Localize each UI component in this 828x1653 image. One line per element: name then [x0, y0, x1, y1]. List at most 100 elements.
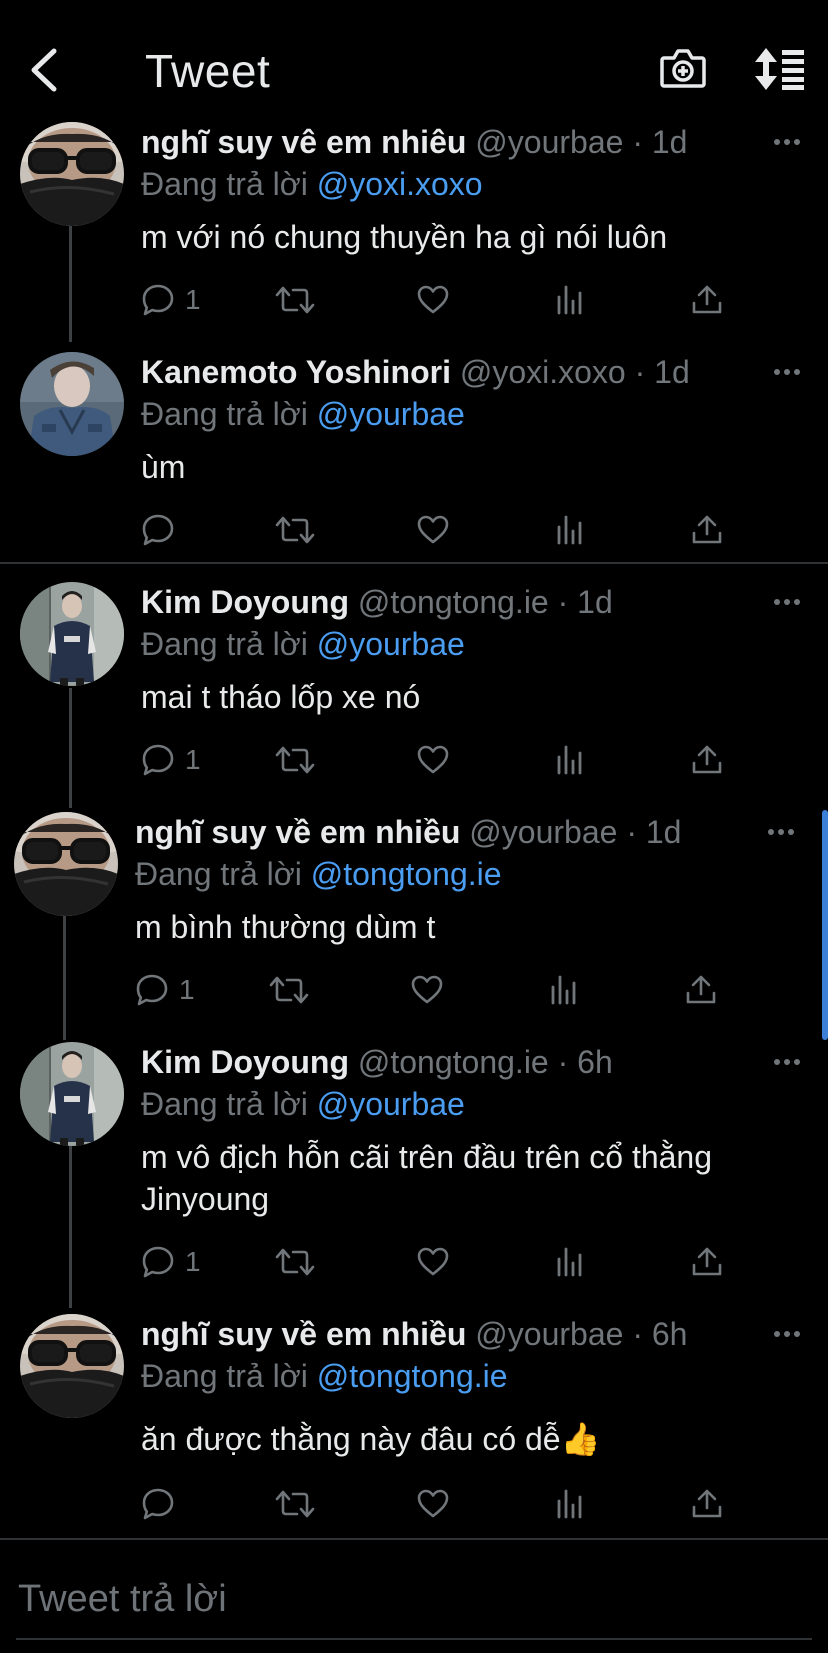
avatar[interactable] [20, 582, 124, 686]
more-options-button[interactable] [772, 128, 802, 156]
share-icon [684, 973, 718, 1007]
replying-label: Đang trả lời [141, 166, 317, 202]
like-button[interactable] [416, 740, 450, 780]
share-button[interactable] [684, 970, 718, 1010]
author-name[interactable]: Kanemoto Yoshinori [141, 354, 451, 390]
reply-icon [141, 513, 175, 547]
reply-icon [141, 1487, 175, 1521]
tweet-text: mai t tháo lốp xe nó [141, 679, 421, 715]
reply-button[interactable]: 1 [141, 1242, 201, 1282]
retweet-button[interactable] [269, 970, 309, 1010]
reply-tweet[interactable]: nghĩ suy về em nhiều @yourbae · 6h Đang … [0, 1314, 828, 1514]
views-button[interactable] [553, 510, 587, 550]
camera-button[interactable] [660, 46, 706, 90]
more-options-button[interactable] [772, 358, 802, 386]
replying-to: Đang trả lời @yoxi.xoxo [141, 164, 483, 204]
reply-icon [141, 283, 175, 317]
back-button[interactable] [26, 45, 66, 95]
more-icon [772, 1048, 802, 1076]
like-button[interactable] [416, 1242, 450, 1282]
heart-icon [416, 1487, 450, 1521]
tweet-actions [141, 1484, 741, 1524]
retweet-button[interactable] [275, 510, 315, 550]
reply-count: 1 [185, 284, 201, 315]
tweet-actions: 1 [141, 280, 741, 320]
reply-button[interactable]: 1 [141, 740, 201, 780]
retweet-button[interactable] [275, 1484, 315, 1524]
tweet-text: ăn được thằng này đâu có dễ👍 [141, 1421, 601, 1457]
thread-divider [0, 562, 828, 564]
camera-plus-icon [660, 49, 706, 88]
share-button[interactable] [690, 1242, 724, 1282]
replying-mention[interactable]: @yourbae [317, 626, 465, 662]
reply-count: 1 [185, 744, 201, 775]
retweet-button[interactable] [275, 280, 315, 320]
views-button[interactable] [553, 1484, 587, 1524]
like-button[interactable] [416, 510, 450, 550]
avatar[interactable] [20, 122, 124, 226]
retweet-icon [269, 973, 309, 1007]
avatar[interactable] [14, 812, 118, 916]
author-name[interactable]: Kim Doyoung [141, 1044, 349, 1080]
reply-button[interactable] [141, 1484, 185, 1524]
share-button[interactable] [690, 1484, 724, 1524]
reply-count: 1 [179, 974, 195, 1005]
reply-button[interactable] [141, 510, 185, 550]
tweet-actions: 1 [141, 740, 741, 780]
like-button[interactable] [416, 280, 450, 320]
chevron-left-icon [31, 48, 57, 92]
replying-mention[interactable]: @tongtong.ie [311, 856, 502, 892]
like-button[interactable] [410, 970, 444, 1010]
reply-button[interactable]: 1 [141, 280, 201, 320]
views-button[interactable] [553, 740, 587, 780]
reply-button[interactable]: 1 [135, 970, 195, 1010]
retweet-icon [275, 1245, 315, 1279]
author-handle-time: @tongtong.ie · 1d [348, 584, 613, 620]
share-icon [690, 743, 724, 777]
author-handle-time: @yourbae · 1d [466, 124, 688, 160]
replying-mention[interactable]: @yourbae [317, 1086, 465, 1122]
replying-mention[interactable]: @yourbae [317, 396, 465, 432]
retweet-button[interactable] [275, 740, 315, 780]
reply-input[interactable] [16, 1572, 800, 1626]
reply-tweet[interactable]: nghĩ suy vê em nhiêu @yourbae · 1d Đang … [0, 122, 828, 322]
reply-tweet[interactable]: Kim Doyoung @tongtong.ie · 6h Đang trả l… [0, 1042, 828, 1282]
more-icon [772, 1320, 802, 1348]
author-name[interactable]: Kim Doyoung [141, 584, 349, 620]
more-icon [766, 818, 796, 846]
replying-label: Đang trả lời [141, 396, 317, 432]
share-button[interactable] [690, 510, 724, 550]
views-button[interactable] [553, 280, 587, 320]
tweet-text: m với nó chung thuyền ha gì nói luôn [141, 219, 668, 255]
scrollbar[interactable] [822, 810, 828, 1040]
views-button[interactable] [553, 1242, 587, 1282]
views-button[interactable] [547, 970, 581, 1010]
reply-tweet[interactable]: Kanemoto Yoshinori @yoxi.xoxo · 1d Đang … [0, 352, 828, 552]
author-name[interactable]: nghĩ suy về em nhiều [135, 814, 460, 850]
avatar[interactable] [20, 1314, 124, 1418]
more-options-button[interactable] [772, 588, 802, 616]
replying-mention[interactable]: @tongtong.ie [317, 1358, 508, 1394]
author-name[interactable]: nghĩ suy vê em nhiêu [141, 124, 466, 160]
replying-label: Đang trả lời [141, 1358, 317, 1394]
author-name[interactable]: nghĩ suy về em nhiều [141, 1316, 466, 1352]
more-options-button[interactable] [772, 1320, 802, 1348]
retweet-button[interactable] [275, 1242, 315, 1282]
retweet-icon [275, 513, 315, 547]
like-button[interactable] [416, 1484, 450, 1524]
more-options-button[interactable] [772, 1048, 802, 1076]
sort-icon [755, 48, 804, 90]
share-button[interactable] [690, 280, 724, 320]
heart-icon [416, 1245, 450, 1279]
sort-replies-button[interactable] [754, 48, 806, 90]
reply-tweet[interactable]: nghĩ suy về em nhiều @yourbae · 1d Đang … [0, 812, 828, 1012]
share-icon [690, 1487, 724, 1521]
avatar[interactable] [20, 352, 124, 456]
more-options-button[interactable] [766, 818, 796, 846]
share-button[interactable] [690, 740, 724, 780]
avatar[interactable] [20, 1042, 124, 1146]
reply-icon [135, 973, 169, 1007]
bar-chart-icon [553, 283, 587, 317]
reply-tweet[interactable]: Kim Doyoung @tongtong.ie · 1d Đang trả l… [0, 582, 828, 782]
replying-mention[interactable]: @yoxi.xoxo [317, 166, 483, 202]
